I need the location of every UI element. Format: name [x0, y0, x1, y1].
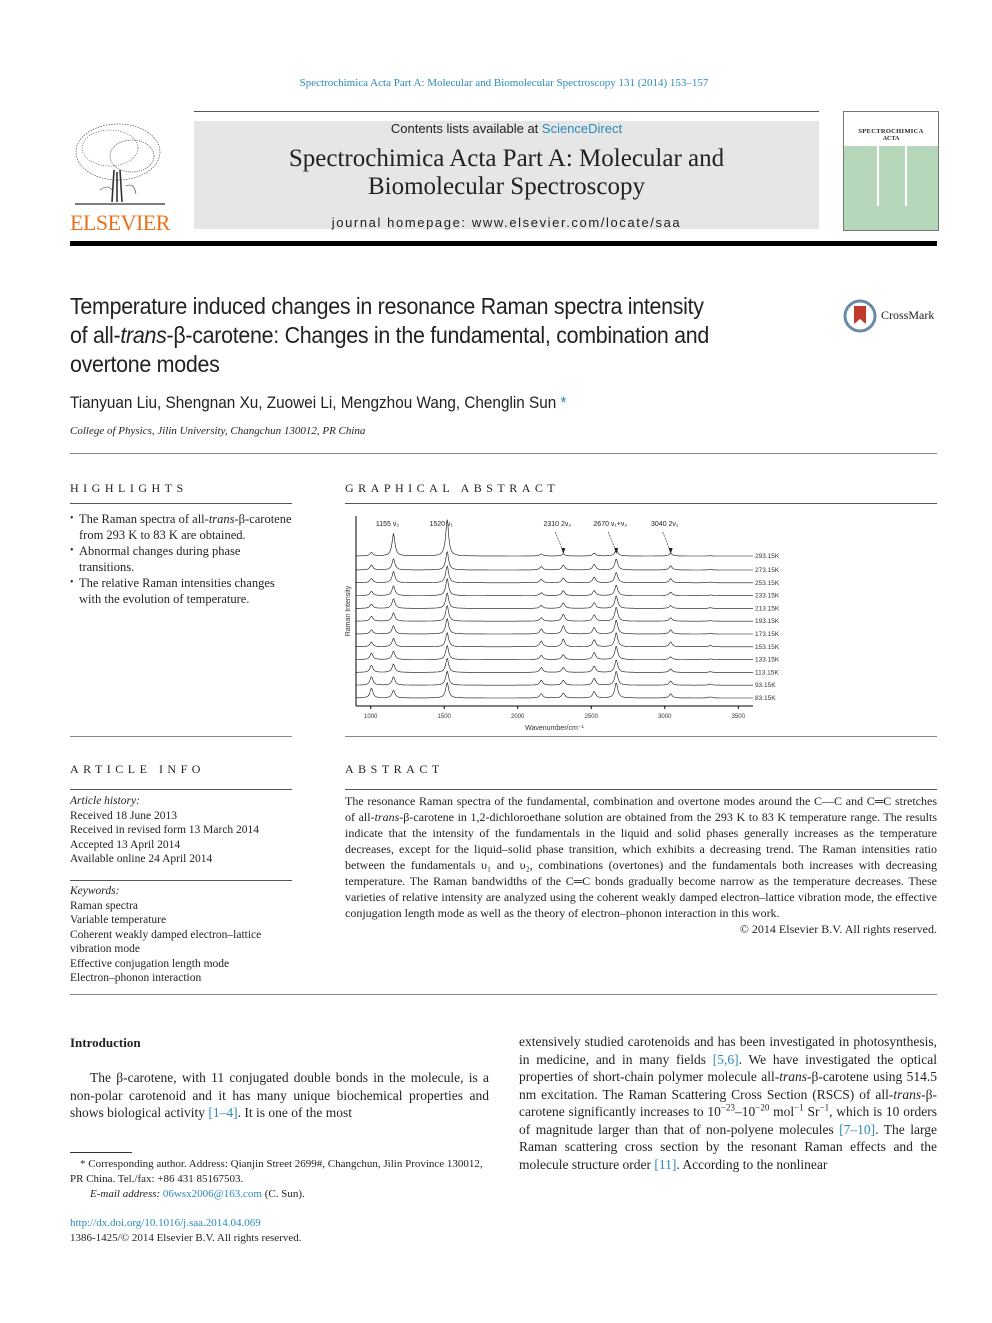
highlight-item: The relative Raman intensities changes w…	[70, 575, 292, 607]
spectrum-line	[356, 657, 753, 673]
peak-annotation: 2310 2ν₂	[544, 521, 572, 528]
series-label: 213.15K	[755, 605, 780, 612]
annotation-arrowhead	[668, 548, 673, 554]
x-tick-label: 3000	[658, 714, 672, 720]
series-label: 193.15K	[755, 618, 780, 625]
x-tick-label: 3500	[732, 714, 746, 720]
abstract-body: The resonance Raman spectra of the funda…	[345, 793, 937, 937]
header-divider	[194, 111, 819, 112]
series-label: 153.15K	[755, 644, 780, 651]
spectrum-line	[356, 644, 753, 660]
footnote-rule	[70, 1152, 132, 1153]
series-label: 233.15K	[755, 593, 780, 600]
series-label: 113.15K	[755, 669, 779, 676]
highlight-item: Abnormal changes during phase transition…	[70, 543, 292, 575]
running-title[interactable]: Spectrochimica Acta Part A: Molecular an…	[0, 77, 992, 89]
peak-annotation: 2670 ν₁+ν₂	[593, 521, 627, 528]
series-label: 133.15K	[755, 657, 780, 664]
crossmark-button[interactable]: CrossMark	[843, 298, 943, 334]
series-label: 273.15K	[755, 567, 780, 574]
email-footnote: E-mail address: 06wsx2006@163.com (C. Su…	[90, 1188, 305, 1200]
keyword-item: Raman spectra	[70, 899, 139, 912]
doi-link[interactable]: http://dx.doi.org/10.1016/j.saa.2014.04.…	[70, 1216, 261, 1231]
article-history: Article history: Received 18 June 2013 Re…	[70, 794, 292, 867]
introduction-right-paragraph: extensively studied carotenoids and has …	[519, 1034, 937, 1172]
contents-line: Contents lists available at ScienceDirec…	[390, 121, 623, 136]
y-axis-label: Raman Intensity	[345, 585, 352, 636]
spectrum-line	[356, 577, 753, 596]
affiliation: College of Physics, Jilin University, Ch…	[70, 425, 366, 437]
introduction-left-paragraph: The β-carotene, with 11 conjugated doubl…	[70, 1070, 489, 1120]
journal-cover-thumbnail[interactable]: SPECTROCHIMICA ACTA	[843, 111, 939, 231]
spectrum-line	[356, 550, 753, 571]
citation-link[interactable]: [11]	[654, 1157, 676, 1172]
spectrum-line	[356, 670, 753, 686]
peak-annotation: 1155 ν₂	[376, 521, 399, 528]
spectrum-line	[356, 632, 753, 648]
annotation-arrowhead	[561, 548, 566, 554]
corresponding-footnote: * Corresponding author. Address: Qianjin…	[70, 1158, 483, 1185]
introduction-heading: Introduction	[70, 1035, 141, 1050]
email-link[interactable]: 06wsx2006@163.com	[163, 1188, 262, 1200]
x-tick-label: 1000	[364, 714, 378, 720]
peak-annotation: 1520 ν₁	[429, 521, 453, 528]
abstract-heading: ABSTRACT	[345, 762, 444, 776]
divider	[70, 453, 937, 454]
crossmark-icon	[843, 299, 877, 333]
citation-link[interactable]: [1–4]	[208, 1105, 237, 1120]
article-info-heading: ARTICLE INFO	[70, 762, 205, 776]
author-list: Tianyuan Liu, Shengnan Xu, Zuowei Li, Me…	[70, 393, 567, 412]
highlights-list: The Raman spectra of all-trans-β-caroten…	[70, 511, 292, 607]
elsevier-tree-logo[interactable]	[70, 120, 170, 210]
sciencedirect-link[interactable]: ScienceDirect	[542, 121, 622, 136]
history-entry: Accepted 13 April 2014	[70, 838, 181, 851]
abstract-text: The resonance Raman spectra of the funda…	[345, 794, 937, 920]
citation-link[interactable]: [5,6]	[713, 1052, 739, 1067]
homepage-link[interactable]: www.elsevier.com/locate/saa	[472, 215, 681, 230]
x-tick-label: 1500	[438, 714, 452, 720]
corresponding-author-marker[interactable]: *	[561, 393, 567, 412]
abstract-copyright: © 2014 Elsevier B.V. All rights reserved…	[739, 922, 937, 936]
highlights-heading: HIGHLIGHTS	[70, 481, 188, 495]
issn-copyright: 1386-1425/© 2014 Elsevier B.V. All right…	[70, 1232, 302, 1244]
history-entry: Available online 24 April 2014	[70, 853, 213, 865]
graphical-abstract-heading: GRAPHICAL ABSTRACT	[345, 481, 560, 495]
annotation-arrowhead	[614, 548, 619, 554]
keyword-item: Effective conjugation length mode	[70, 957, 230, 970]
keyword-item: Variable temperature	[70, 914, 167, 926]
series-label: 253.15K	[755, 580, 780, 587]
series-label: 93.15K	[755, 682, 776, 689]
journal-homepage: journal homepage: www.elsevier.com/locat…	[331, 215, 682, 230]
history-entry: Received 18 June 2013	[70, 809, 177, 822]
x-tick-label: 2000	[511, 714, 525, 720]
series-label: 293.15K	[755, 553, 780, 560]
keywords: Keywords: Raman spectra Variable temperat…	[70, 884, 292, 986]
series-label: 173.15K	[755, 631, 780, 638]
series-label: 83.15K	[755, 695, 776, 702]
x-axis-label: Wavenumber/cm⁻¹	[525, 725, 584, 732]
citation-link[interactable]: [7–10]	[839, 1122, 875, 1137]
highlight-item: The Raman spectra of all-trans-β-caroten…	[70, 511, 292, 543]
keyword-item: Electron–phonon interaction	[70, 972, 202, 984]
journal-title: Spectrochimica Acta Part A: Molecular an…	[288, 145, 725, 200]
history-entry: Received in revised form 13 March 2014	[70, 824, 260, 836]
article-title: Temperature induced changes in resonance…	[70, 293, 710, 377]
elsevier-wordmark: ELSEVIER	[70, 210, 170, 235]
keyword-item: Coherent weakly damped electron–lattice …	[70, 928, 262, 956]
x-tick-label: 2500	[585, 714, 599, 720]
peak-annotation: 3040 2ν₁	[651, 521, 679, 528]
spectrum-line	[356, 565, 753, 584]
raman-spectra-chart: 1000 1500 2000 2500 3000 3500 Wavenumber/cm⁻¹ R…	[345, 516, 780, 732]
header-thick-rule	[194, 241, 937, 246]
journal-banner: Contents lists available at ScienceDirec…	[194, 121, 819, 230]
